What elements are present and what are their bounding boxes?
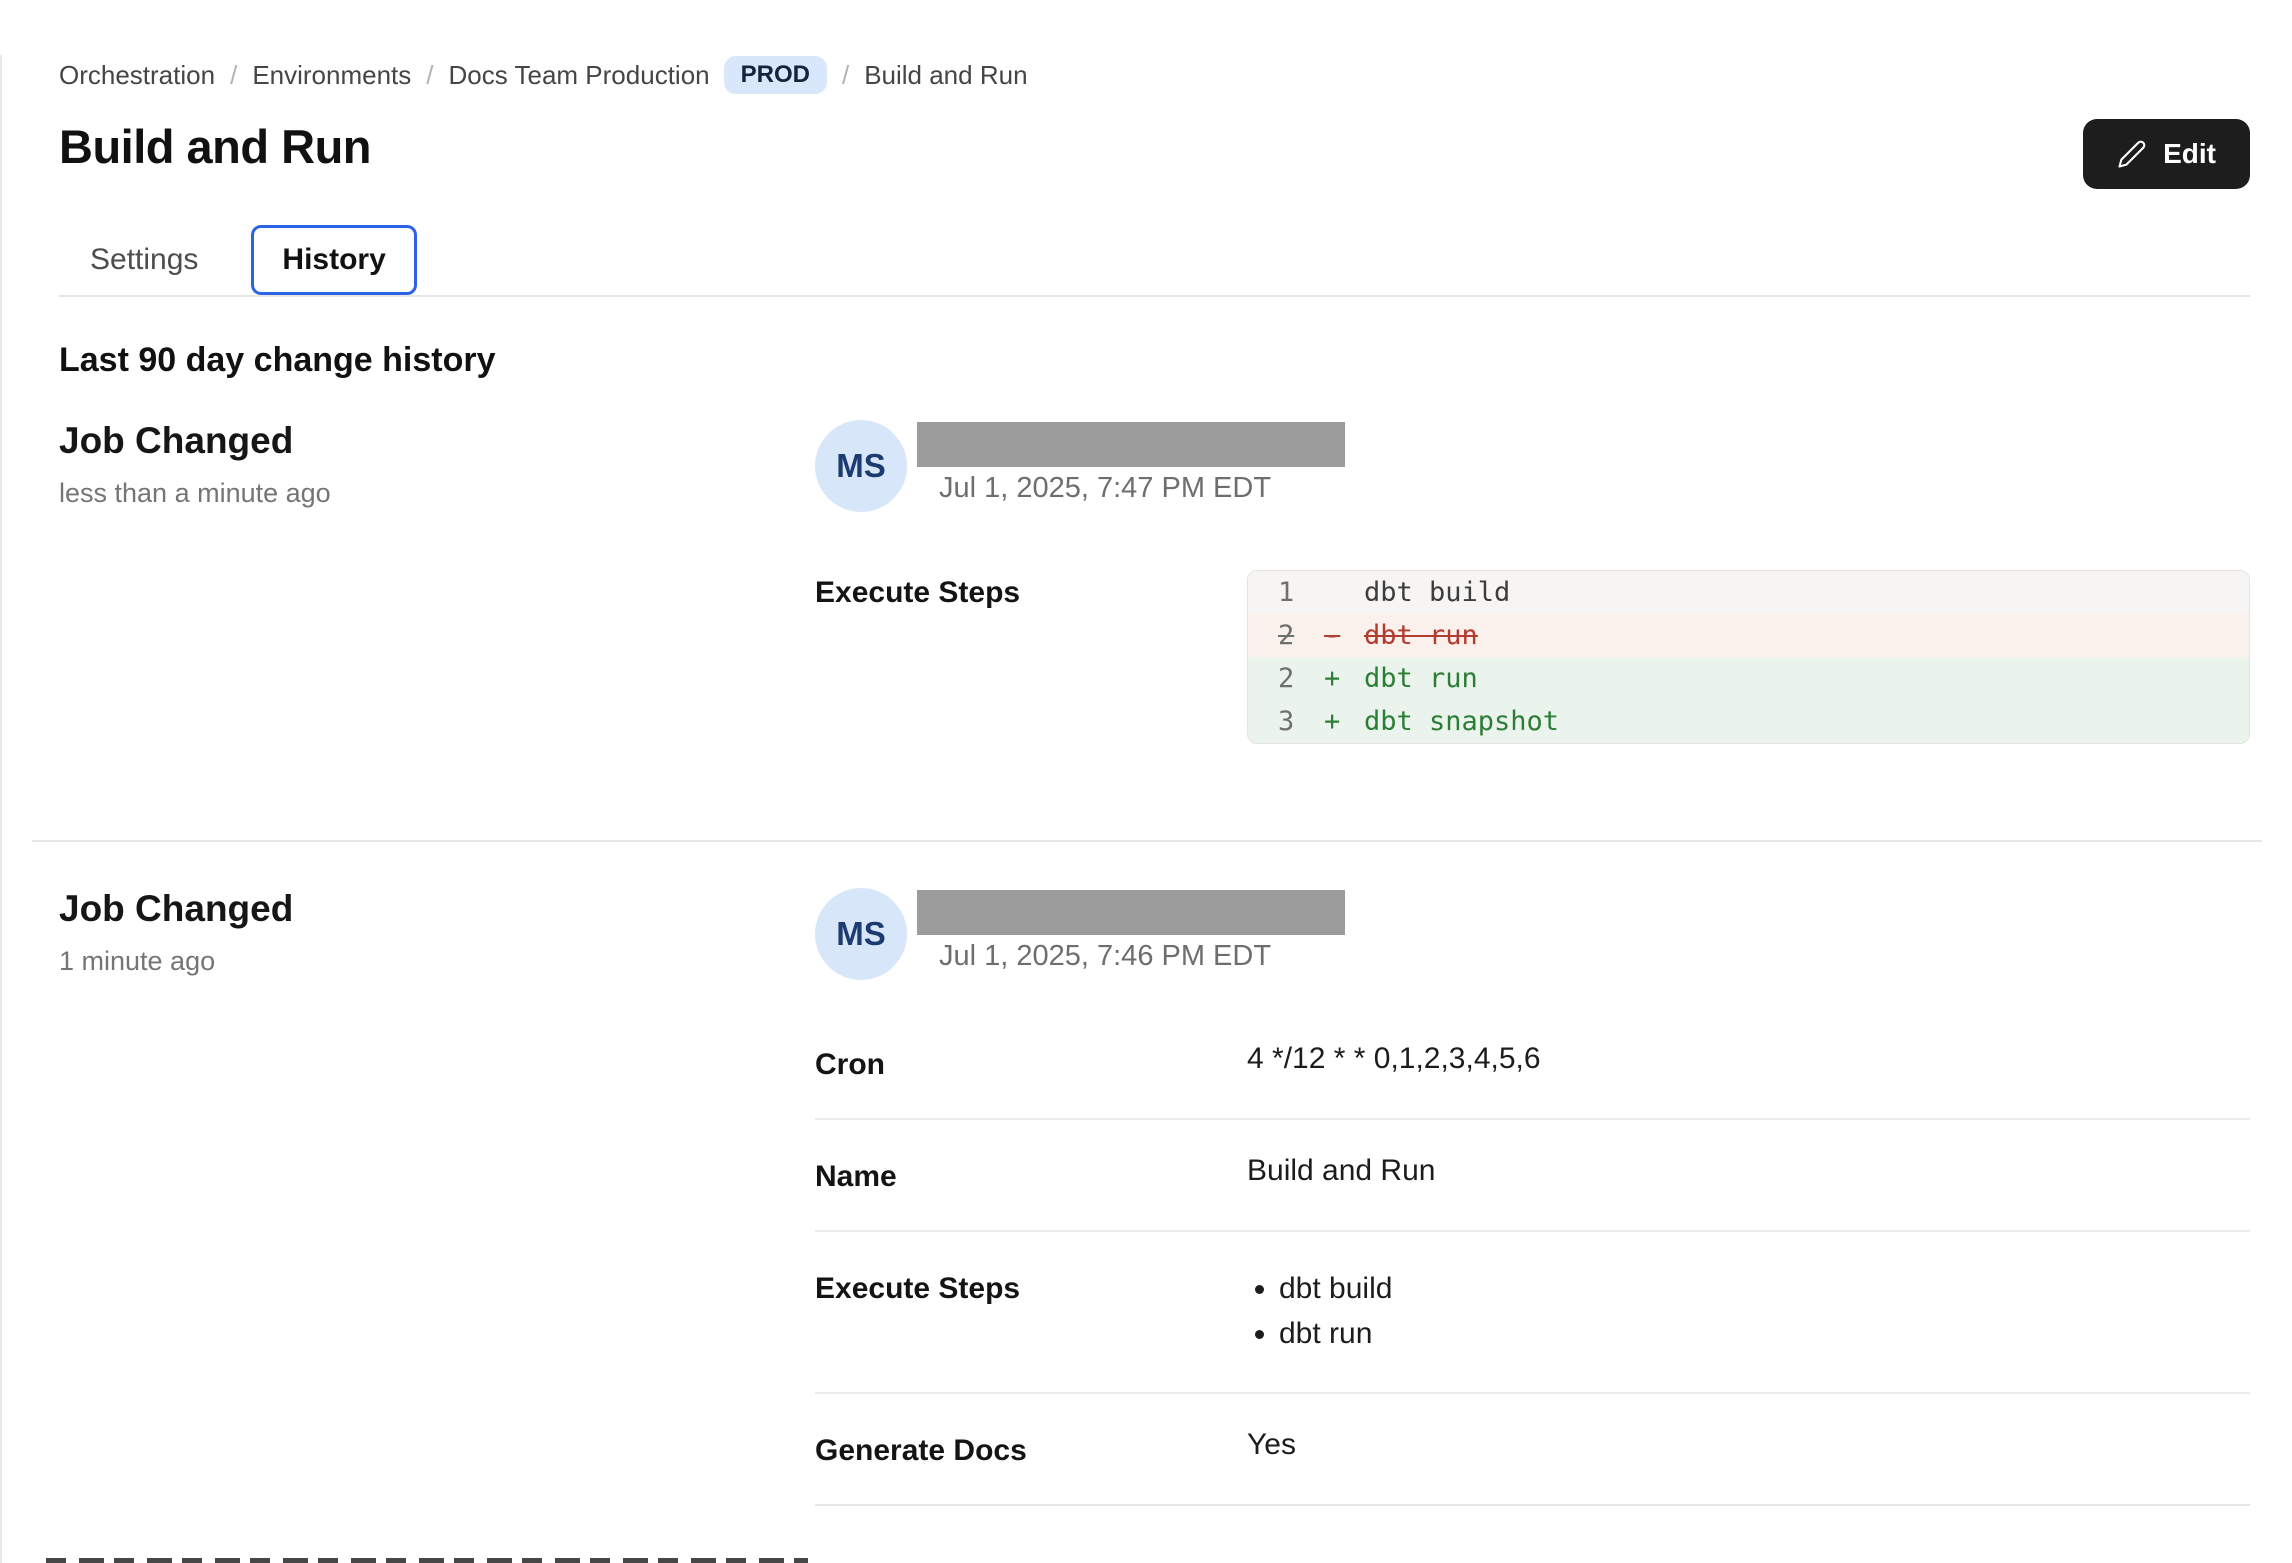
entry-relative-time: 1 minute ago	[59, 946, 815, 977]
diff-code: +dbt run	[1324, 663, 1478, 694]
tab-history[interactable]: History	[251, 225, 416, 295]
entry-title: Job Changed	[59, 420, 815, 462]
field-row-execute-steps: Execute Steps1dbt build2-dbt run2+dbt ru…	[815, 570, 2250, 744]
diff-code-text: dbt build	[1364, 577, 1510, 608]
edit-button-label: Edit	[2163, 138, 2216, 170]
author-meta: Jul 1, 2025, 7:47 PM EDT	[917, 420, 1345, 505]
breadcrumb-item-environments[interactable]: Environments	[252, 60, 411, 91]
field-row-execute-steps: Execute Stepsdbt builddbt run	[815, 1232, 2250, 1394]
field-label: Name	[815, 1154, 1247, 1194]
entry-author-row: MS Jul 1, 2025, 7:47 PM EDT	[815, 420, 2250, 512]
diff-line-number: 3	[1278, 706, 1324, 737]
history-entry: Job Changed 1 minute agoMS Jul 1, 2025, 7:…	[59, 888, 2250, 1506]
author-meta: Jul 1, 2025, 7:46 PM EDT	[917, 888, 1345, 973]
pencil-icon	[2117, 139, 2147, 169]
env-prod-badge: PROD	[724, 56, 827, 94]
entry-timestamp: Jul 1, 2025, 7:46 PM EDT	[917, 940, 1345, 973]
field-row-name: NameBuild and Run	[815, 1120, 2250, 1232]
field-value: 1dbt build2-dbt run2+dbt run3+dbt snapsh…	[1247, 570, 2250, 744]
entry-detail: MS Jul 1, 2025, 7:46 PM EDT Cron4 */12 * *…	[815, 888, 2250, 1506]
diff-code: -dbt run	[1324, 620, 1478, 651]
diff-line-number: 2	[1278, 620, 1324, 651]
diff-code: +dbt snapshot	[1324, 706, 1559, 737]
entry-timestamp: Jul 1, 2025, 7:47 PM EDT	[917, 472, 1345, 505]
tab-settings[interactable]: Settings	[59, 225, 229, 295]
field-value: Yes	[1247, 1428, 2250, 1462]
field-row-generate-docs: Generate DocsYes	[815, 1394, 2250, 1506]
diff-line-context: 1 dbt build	[1248, 571, 2249, 614]
breadcrumb-current: Build and Run	[864, 60, 1027, 91]
edit-button[interactable]: Edit	[2083, 119, 2250, 189]
diff-line-added: 2+dbt run	[1248, 657, 2249, 700]
redacted-username	[917, 422, 1345, 467]
cutoff-next-entry-text	[46, 1558, 808, 1563]
diff-line-added: 3+dbt snapshot	[1248, 700, 2249, 743]
diff-code-text: dbt run	[1364, 663, 1478, 694]
entry-summary: Job Changed less than a minute ago	[59, 420, 815, 509]
tab-label: History	[282, 243, 385, 277]
field-label: Cron	[815, 1042, 1247, 1082]
user-avatar: MS	[815, 420, 907, 512]
diff-line-number: 1	[1278, 577, 1324, 608]
field-value: Build and Run	[1247, 1154, 2250, 1188]
diff-marker	[1324, 577, 1364, 608]
diff-code: dbt build	[1324, 577, 1510, 608]
entry-relative-time: less than a minute ago	[59, 478, 815, 509]
diff-marker: +	[1324, 706, 1364, 737]
breadcrumb-item-docs-team-production[interactable]: Docs Team Production	[449, 60, 710, 91]
list-item: dbt build	[1279, 1266, 2250, 1311]
tab-bar: Settings History	[59, 225, 2250, 297]
field-label: Execute Steps	[815, 1266, 1247, 1306]
section-heading: Last 90 day change history	[59, 341, 2250, 380]
entry-summary: Job Changed 1 minute ago	[59, 888, 815, 977]
list-item: dbt run	[1279, 1311, 2250, 1356]
field-value: 4 */12 * * 0,1,2,3,4,5,6	[1247, 1042, 2250, 1076]
change-fields: Cron4 */12 * * 0,1,2,3,4,5,6NameBuild an…	[815, 1008, 2250, 1506]
execute-steps-diff: 1dbt build2-dbt run2+dbt run3+dbt snapsh…	[1247, 570, 2250, 744]
user-avatar: MS	[815, 888, 907, 980]
entry-divider	[32, 840, 2262, 842]
entry-detail: MSJul 1, 2025, 7:47 PM EDTExecute Steps1…	[815, 420, 2250, 744]
tab-label: Settings	[90, 243, 198, 277]
entry-author-row: MS Jul 1, 2025, 7:46 PM EDT	[815, 888, 2250, 980]
diff-code-text: dbt run	[1364, 620, 1478, 651]
history-entry: Job Changed less than a minute agoMS Jul 1…	[59, 420, 2250, 744]
entry-title: Job Changed	[59, 888, 815, 930]
job-history-page: Orchestration / Environments / Docs Team Pro…	[2, 55, 2292, 1506]
diff-code-text: dbt snapshot	[1364, 706, 1559, 737]
page-title: Build and Run	[59, 119, 371, 174]
execute-steps-list: dbt builddbt run	[1247, 1266, 2250, 1356]
breadcrumb-separator: /	[230, 60, 237, 91]
field-row-cron: Cron4 */12 * * 0,1,2,3,4,5,6	[815, 1008, 2250, 1120]
breadcrumb-separator: /	[842, 60, 849, 91]
diff-line-number: 2	[1278, 663, 1324, 694]
redacted-username	[917, 890, 1345, 935]
diff-marker: +	[1324, 663, 1364, 694]
breadcrumb-item-orchestration[interactable]: Orchestration	[59, 60, 215, 91]
diff-line-removed: 2-dbt run	[1248, 614, 2249, 657]
breadcrumb: Orchestration / Environments / Docs Team Pro…	[59, 55, 2250, 95]
breadcrumb-separator: /	[426, 60, 433, 91]
page-header: Build and Run Edit	[59, 119, 2250, 191]
field-label: Generate Docs	[815, 1428, 1247, 1468]
field-label: Execute Steps	[815, 570, 1247, 610]
field-value: dbt builddbt run	[1247, 1266, 2250, 1356]
diff-marker: -	[1324, 620, 1364, 651]
